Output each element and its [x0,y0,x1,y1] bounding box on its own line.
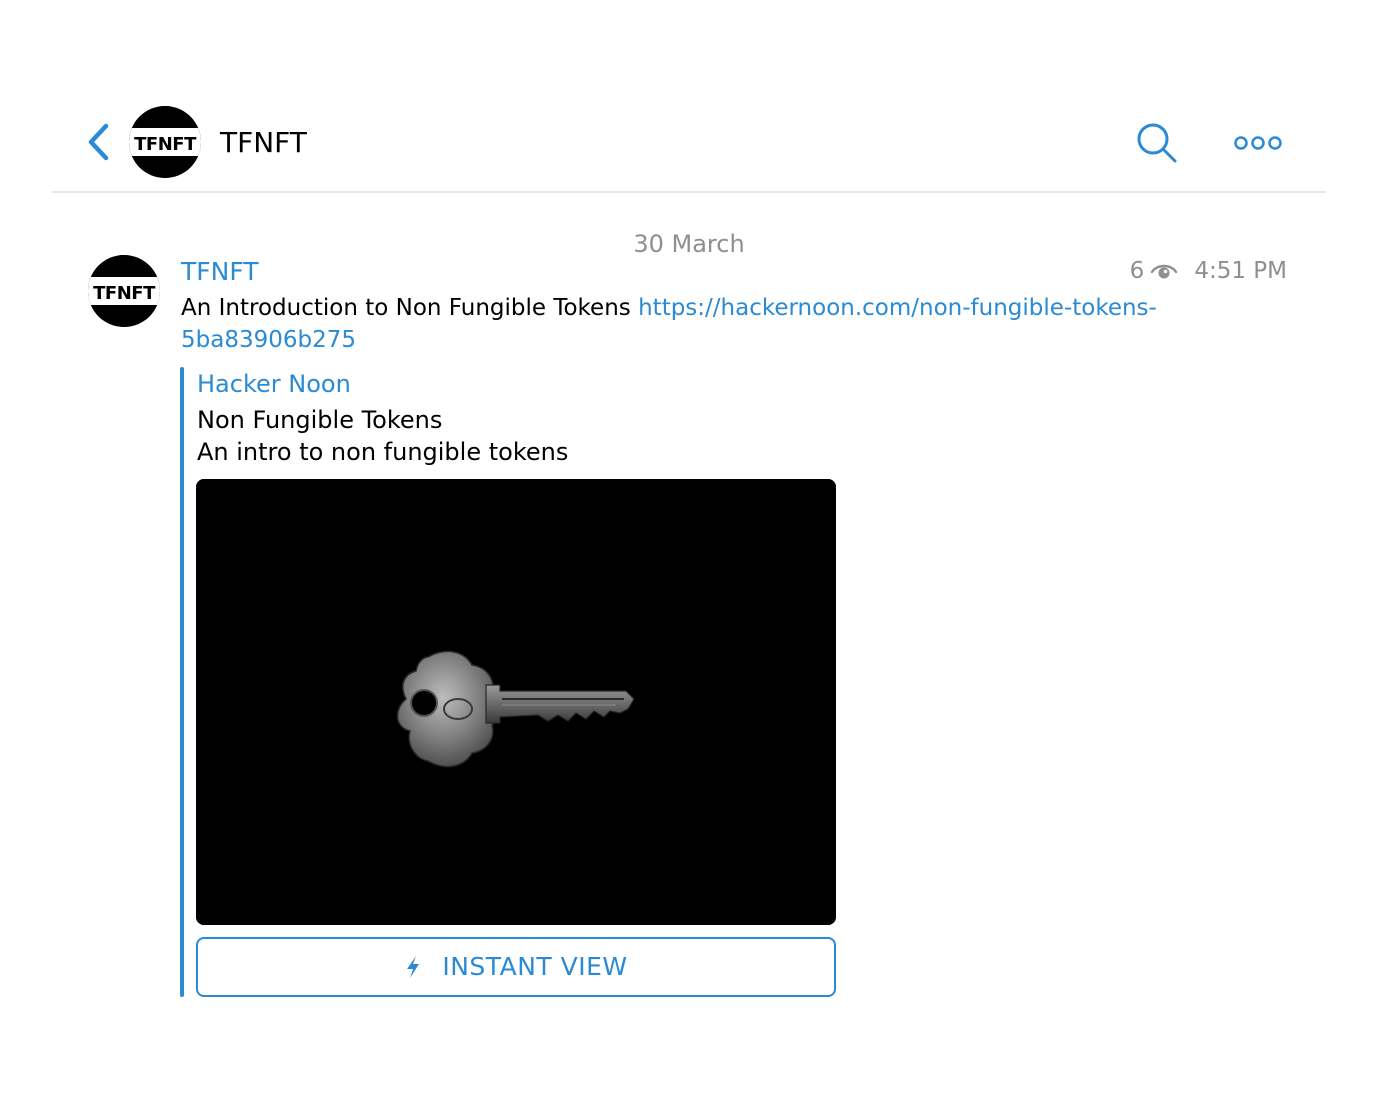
preview-site-name: Hacker Noon [197,370,351,398]
tfnft-logo: TFNFT [129,106,201,178]
chevron-left-icon [88,123,109,161]
svg-text:TFNFT: TFNFT [93,283,156,304]
sender-avatar[interactable]: TFNFT [88,255,160,327]
sender-name[interactable]: TFNFT [181,256,259,288]
back-button[interactable] [80,118,120,166]
message-time: 4:51 PM [1194,258,1287,284]
more-button[interactable] [1232,128,1284,158]
key-photo [196,479,836,925]
view-count: 6 [1129,258,1145,284]
preview-description: An intro to non fungible tokens [197,438,569,466]
message-body: An Introduction to Non Fungible Tokens h… [181,292,1161,356]
header-divider [52,191,1326,193]
channel-avatar[interactable]: TFNFT [129,106,201,178]
lightning-icon [407,956,420,978]
instant-view-button[interactable]: INSTANT VIEW [196,937,836,997]
preview-accent-bar [180,367,184,997]
message-meta: 6 4:51 PM [1130,256,1287,286]
message-text: An Introduction to Non Fungible Tokens [181,295,631,321]
tfnft-logo: TFNFT [88,255,160,327]
instant-view-label: INSTANT VIEW [442,952,628,981]
preview-title: Non Fungible Tokens [197,406,443,434]
svg-text:TFNFT: TFNFT [134,134,197,155]
channel-title[interactable]: TFNFT [220,123,307,163]
eye-icon [1151,264,1178,279]
search-icon [1137,123,1177,163]
preview-image[interactable] [196,479,836,925]
more-dots-icon [1234,136,1282,150]
channel-screen: TFNFT TFNFT 30 March TFNFT TFNFT 6 4:51 … [0,0,1378,1119]
search-button[interactable] [1134,120,1180,166]
